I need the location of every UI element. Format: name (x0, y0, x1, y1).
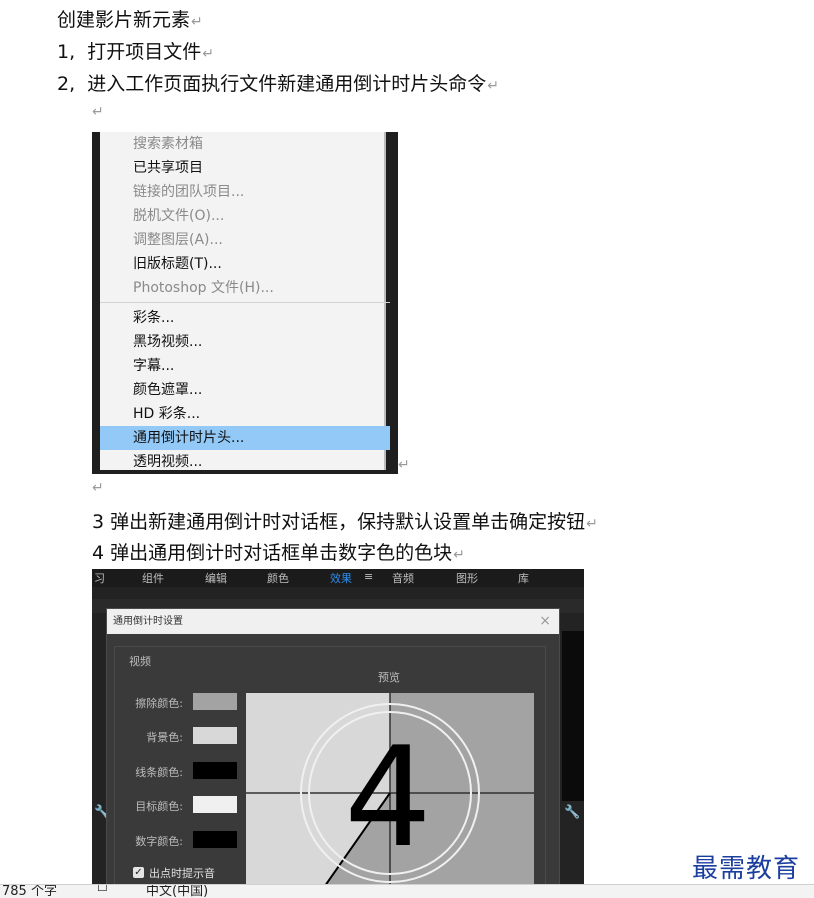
menu-item[interactable]: HD 彩条... (100, 402, 390, 426)
menu-item[interactable]: 透明视频... (100, 450, 390, 474)
menu-item[interactable]: 颜色遮罩... (100, 378, 390, 402)
menu-item: 调整图层(A)... (133, 232, 223, 248)
menu-item[interactable]: 旧版标题(T)... (100, 252, 390, 276)
wrench-icon: 🔧 (564, 805, 581, 820)
menu-item[interactable]: 字幕... (100, 354, 390, 378)
close-icon[interactable]: × (539, 609, 551, 634)
color-swatch[interactable] (193, 727, 237, 744)
menu-item[interactable]: 彩条... (100, 306, 390, 330)
paragraph-mark: ↵ (92, 480, 104, 496)
paragraph-mark: ↵ (92, 104, 104, 120)
color-row-label: 目标颜色: (135, 800, 183, 813)
word-count[interactable]: 785 个字 (2, 885, 57, 898)
program-monitor (562, 631, 584, 801)
color-row-label: 线条颜色: (135, 766, 183, 779)
color-swatch[interactable] (193, 762, 237, 779)
color-row-label: 背景色: (146, 731, 183, 744)
step-1: 1, 打开项目文件↵ (57, 41, 214, 63)
new-item-menu: 搜索素材箱已共享项目链接的团队项目... 脱机文件(O)... 调整图层(A)...… (100, 132, 390, 470)
color-swatch[interactable] (193, 796, 237, 813)
menu-item: 链接的团队项目... (133, 184, 245, 200)
workspace-tab[interactable]: 习 (94, 570, 105, 586)
brand-logo: 最需教育 (692, 854, 801, 884)
dialog-title: 通用倒计时设置 (113, 616, 183, 627)
menu-item[interactable]: 通用倒计时片头... (100, 426, 390, 450)
workspace-tabs: 习 组件 编辑 颜色 效果 ≡ 音频 图形 库 (92, 569, 584, 587)
status-bar: 785 个字 ☐ 中文(中国) (0, 884, 814, 898)
countdown-settings-dialog: 通用倒计时设置 × 视频 预览 擦除颜色: 背景色: 线条颜色: 目标颜色: 数字颜色:… (106, 608, 560, 884)
step-2: 2, 进入工作页面执行文件新建通用倒计时片头命令↵ (57, 73, 499, 95)
workspace-tab[interactable]: ≡ (364, 570, 373, 583)
workspace-tab[interactable]: 库 (518, 570, 529, 586)
workspace-tab[interactable]: 组件 (142, 570, 164, 586)
dialog-screenshot: 习组件 编辑 颜色 效果 ≡ 音频 图形库 🔧 🔧 通用倒计时设置 × 视频 预览 擦除颜色… (92, 569, 584, 884)
menu-item: Photoshop 文件(H)... (133, 280, 274, 296)
color-row-label: 数字颜色: (135, 835, 183, 848)
color-row-label: 擦除颜色: (135, 697, 183, 710)
beep-checkbox-label: 出点时提示音 (149, 867, 215, 880)
workspace-tab[interactable]: 音频 (392, 570, 414, 586)
workspace-tab[interactable]: 效果 (330, 570, 352, 586)
doc-title: 创建影片新元素↵ (57, 9, 203, 31)
workspace-tab[interactable]: 编辑 (205, 570, 227, 586)
paragraph-mark: ↵ (398, 457, 410, 473)
video-group-label: 视频 (127, 653, 153, 669)
step-4: 4 弹出通用倒计时对话框单击数字色的色块↵ (92, 542, 465, 564)
color-swatch[interactable] (193, 693, 237, 710)
color-swatch[interactable] (193, 831, 237, 848)
language-indicator[interactable]: 中文(中国) (146, 885, 208, 898)
preview-label: 预览 (378, 671, 400, 684)
preview-digit: 4 (344, 717, 432, 878)
menu-item: 脱机文件(O)... (133, 208, 225, 224)
beep-checkbox[interactable]: ✓ (133, 867, 144, 878)
workspace-tab[interactable]: 图形 (456, 570, 478, 586)
dialog-title-bar: 通用倒计时设置 × (107, 609, 559, 634)
menu-separator (100, 302, 390, 303)
menu-item: 搜索素材箱 (133, 136, 203, 152)
menu-item[interactable]: 黑场视频... (100, 330, 390, 354)
menu-screenshot: 搜索素材箱已共享项目链接的团队项目... 脱机文件(O)... 调整图层(A)...… (92, 132, 398, 474)
step-3: 3 弹出新建通用倒计时对话框，保持默认设置单击确定按钮↵ (92, 511, 598, 533)
proofing-icon[interactable]: ☐ (97, 885, 108, 894)
menu-item[interactable]: 已共享项目 (100, 156, 390, 180)
countdown-preview: 4 (246, 693, 534, 884)
workspace-tab[interactable]: 颜色 (267, 570, 289, 586)
